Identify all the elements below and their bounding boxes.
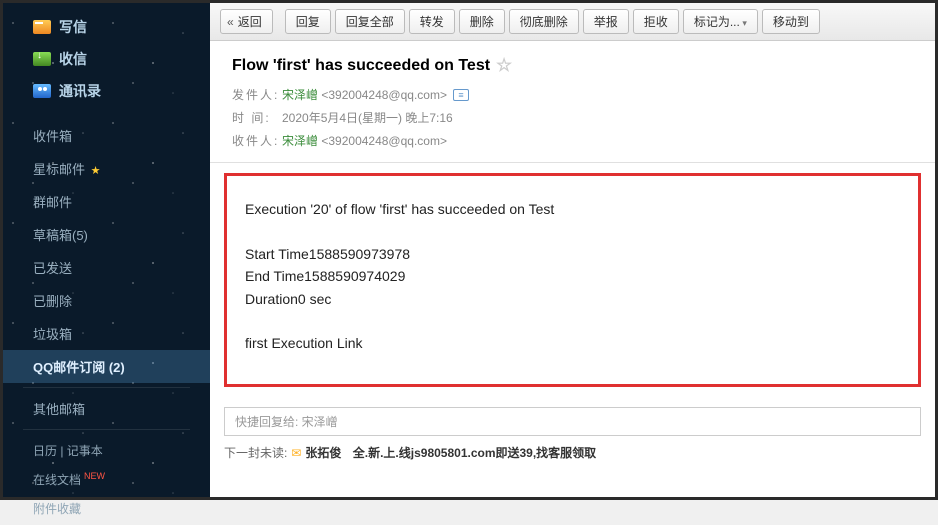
- download-icon: [33, 52, 51, 66]
- folder-other[interactable]: 其他邮箱: [3, 392, 210, 425]
- sidebar-calendar[interactable]: 日历 | 记事本: [3, 436, 210, 465]
- folder-starred[interactable]: 星标邮件 ★: [3, 152, 210, 185]
- sidebar-receive[interactable]: 收信: [3, 43, 210, 75]
- folder-subscription[interactable]: QQ邮件订阅 (2): [3, 350, 210, 383]
- mail-to: 收件人: 宋泽嶒 <392004248@qq.com>: [232, 130, 915, 153]
- sidebar-docs[interactable]: 在线文档NEW: [3, 465, 210, 494]
- contacts-icon: [33, 84, 51, 98]
- toolbar: 返回 回复 回复全部 转发 删除 彻底删除 举报 拒收 标记为... 移动到: [210, 3, 935, 41]
- mail-time: 时 间: 2020年5月4日(星期一) 晚上7:16: [232, 107, 915, 130]
- folder-drafts[interactable]: 草稿箱(5): [3, 218, 210, 251]
- new-badge: NEW: [84, 471, 105, 481]
- forward-button[interactable]: 转发: [409, 9, 455, 34]
- mail-from: 发件人: 宋泽嶒 <392004248@qq.com>: [232, 84, 915, 107]
- reject-button[interactable]: 拒收: [633, 9, 679, 34]
- body-line: Execution '20' of flow 'first' has succe…: [245, 198, 900, 220]
- back-button[interactable]: 返回: [220, 9, 273, 34]
- sidebar-attachments[interactable]: 附件收藏: [3, 494, 210, 523]
- quick-reply-input[interactable]: 快捷回复给: 宋泽嶒: [224, 407, 921, 436]
- folder-group[interactable]: 群邮件: [3, 185, 210, 218]
- body-line: End Time1588590974029: [245, 265, 900, 287]
- delete-button[interactable]: 删除: [459, 9, 505, 34]
- contact-card-icon[interactable]: [453, 89, 469, 101]
- move-to-button[interactable]: 移动到: [762, 9, 820, 34]
- body-line: Duration0 sec: [245, 288, 900, 310]
- star-icon: ★: [91, 165, 101, 177]
- folder-sent[interactable]: 已发送: [3, 251, 210, 284]
- reply-all-button[interactable]: 回复全部: [335, 9, 405, 34]
- reply-button[interactable]: 回复: [285, 9, 331, 34]
- star-toggle-icon[interactable]: ☆: [496, 55, 512, 76]
- mail-body: Execution '20' of flow 'first' has succe…: [224, 173, 921, 387]
- folder-deleted[interactable]: 已删除: [3, 284, 210, 317]
- label: 收信: [59, 49, 87, 69]
- sidebar: 写信 收信 通讯录 收件箱 星标邮件 ★ 群邮件 草稿箱(5) 已发送 已删除 …: [3, 3, 210, 497]
- delete-permanent-button[interactable]: 彻底删除: [509, 9, 579, 34]
- mail-subject: Flow 'first' has succeeded on Test ☆: [232, 55, 915, 76]
- body-line: Start Time1588590973978: [245, 243, 900, 265]
- folder-inbox[interactable]: 收件箱: [3, 119, 210, 152]
- report-button[interactable]: 举报: [583, 9, 629, 34]
- label: 写信: [59, 17, 87, 37]
- label: 通讯录: [59, 81, 101, 101]
- compose-icon: [33, 20, 51, 34]
- sidebar-contacts[interactable]: 通讯录: [3, 75, 210, 107]
- envelope-icon: ✉: [291, 446, 301, 460]
- main-panel: 返回 回复 回复全部 转发 删除 彻底删除 举报 拒收 标记为... 移动到 F…: [210, 3, 935, 497]
- folder-trash[interactable]: 垃圾箱: [3, 317, 210, 350]
- body-line: first Execution Link: [245, 332, 900, 354]
- sidebar-compose[interactable]: 写信: [3, 11, 210, 43]
- mail-header: Flow 'first' has succeeded on Test ☆ 发件人…: [210, 41, 935, 163]
- next-unread[interactable]: 下一封未读: ✉ 张拓俊 全.新.上.线js9805801.com即送39,找客…: [224, 444, 921, 461]
- mark-as-button[interactable]: 标记为...: [683, 9, 758, 34]
